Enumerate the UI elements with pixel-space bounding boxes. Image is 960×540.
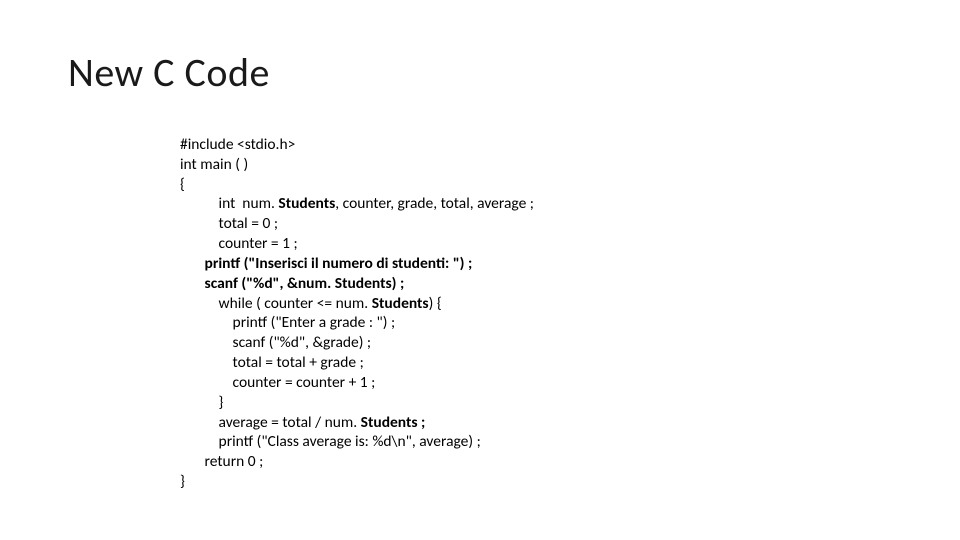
- slide-container: New C Code #include <stdio.h> int main (…: [0, 0, 960, 540]
- code-line: scanf ("%d", &grade) ;: [180, 333, 371, 352]
- code-bold: scanf ("%d", &num.: [180, 274, 335, 293]
- slide-title: New C Code: [68, 48, 270, 97]
- code-bold: Students ;: [361, 413, 426, 432]
- code-line: printf ("Class average is: %d\n", averag…: [180, 432, 481, 451]
- code-line: ) {: [429, 294, 442, 313]
- code-line: counter = 1 ;: [180, 234, 298, 253]
- code-bold: : ") ;: [445, 254, 472, 273]
- code-bold: Students: [372, 294, 429, 313]
- code-line: while ( counter <= num.: [180, 294, 372, 313]
- code-line: int num.: [180, 194, 278, 213]
- code-line: }: [180, 472, 185, 491]
- code-bold: Students: [278, 194, 335, 213]
- code-line: }: [180, 393, 223, 412]
- code-bold: il numero di studenti: [308, 254, 446, 273]
- code-bold: Students) ;: [335, 274, 404, 293]
- code-line: total = total + grade ;: [180, 353, 364, 372]
- code-line: {: [180, 175, 185, 194]
- code-line: average = total / num.: [180, 413, 361, 432]
- code-line: total = 0 ;: [180, 214, 278, 233]
- code-line: , counter, grade, total, average ;: [335, 194, 534, 213]
- code-line: counter = counter + 1 ;: [180, 373, 375, 392]
- code-block: #include <stdio.h> int main ( ) { int nu…: [180, 135, 534, 492]
- code-line: #include <stdio.h>: [180, 135, 295, 154]
- code-line: printf ("Enter a grade : ") ;: [180, 313, 395, 332]
- code-bold: printf ("Inserisci: [180, 254, 308, 273]
- code-line: return 0 ;: [180, 452, 263, 471]
- code-line: int main ( ): [180, 155, 248, 174]
